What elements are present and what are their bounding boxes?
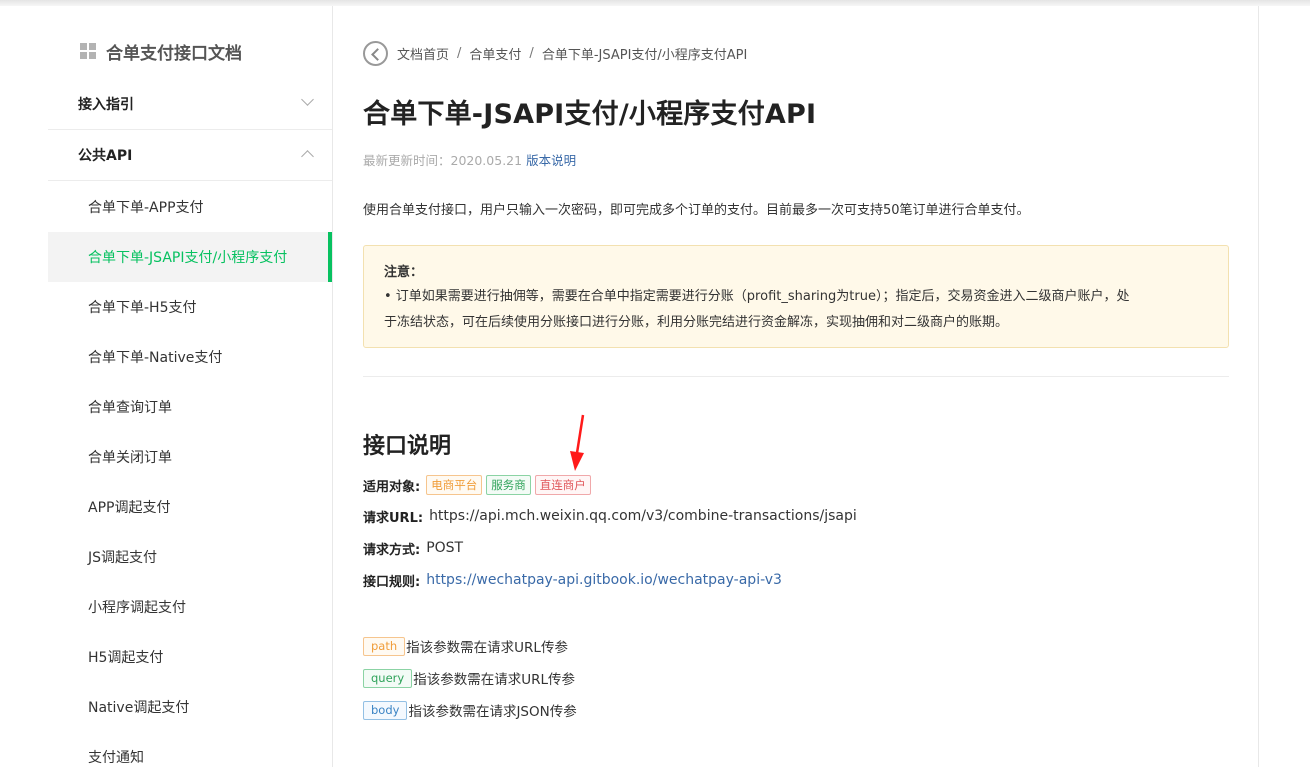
sidebar-group-public-api[interactable]: 公共API bbox=[48, 130, 332, 181]
sidebar-item-label: 合单下单-H5支付 bbox=[88, 300, 197, 316]
api-rules-row: 接口规则: https://wechatpay-api.gitbook.io/w… bbox=[363, 569, 782, 591]
sidebar-item-query-order[interactable]: 合单查询订单 bbox=[48, 382, 332, 432]
sidebar-item-close-order[interactable]: 合单关闭订单 bbox=[48, 432, 332, 482]
sidebar-group-access-guide[interactable]: 接入指引 bbox=[48, 79, 332, 130]
sidebar-item-app-pay[interactable]: 合单下单-APP支付 bbox=[48, 182, 332, 232]
param-tag-path: path bbox=[363, 636, 406, 656]
sidebar-item-miniprogram-invoke[interactable]: 小程序调起支付 bbox=[48, 582, 332, 632]
sidebar-item-pay-notify[interactable]: 支付通知 bbox=[48, 732, 332, 782]
sidebar-item-jsapi-pay[interactable]: 合单下单-JSAPI支付/小程序支付 bbox=[48, 232, 332, 282]
sidebar-item-label: APP调起支付 bbox=[88, 500, 171, 516]
red-arrow-annotation-icon bbox=[570, 414, 585, 471]
grid-icon bbox=[80, 43, 96, 59]
sidebar-item-label: 合单查询订单 bbox=[88, 400, 172, 416]
sidebar-item-label: 小程序调起支付 bbox=[88, 600, 186, 616]
breadcrumb-separator: / bbox=[457, 45, 462, 61]
sidebar-header: 合单支付接口文档 bbox=[80, 39, 242, 64]
sidebar-item-h5-invoke[interactable]: H5调起支付 bbox=[48, 632, 332, 682]
sidebar-item-label: JS调起支付 bbox=[88, 550, 158, 566]
sidebar-item-label: 合单下单-APP支付 bbox=[88, 200, 204, 216]
param-legend-text: 指该参数需在请求JSON传参 bbox=[408, 704, 577, 720]
notice-line: 于冻结状态，可在后续使用分账接口进行分账，利用分账完结进行资金解冻，实现抽佣和对… bbox=[384, 315, 1009, 330]
param-tag-body: body bbox=[363, 700, 408, 720]
updated-time: 最新更新时间：2020.05.21 bbox=[363, 153, 523, 168]
sidebar-item-native-pay[interactable]: 合单下单-Native支付 bbox=[48, 332, 332, 382]
sidebar-item-native-invoke[interactable]: Native调起支付 bbox=[48, 682, 332, 732]
breadcrumb-current: 合单下单-JSAPI支付/小程序支付API bbox=[541, 47, 748, 63]
sidebar-item-label: 合单关闭订单 bbox=[88, 450, 172, 466]
api-rules-label: 接口规则: bbox=[363, 574, 421, 590]
page-title: 合单下单-JSAPI支付/小程序支付API bbox=[363, 99, 817, 130]
back-arrow-icon[interactable] bbox=[363, 40, 388, 66]
notice-box: 注意： • 订单如果需要进行抽佣等，需要在合单中指定需要进行分账（profit_… bbox=[363, 245, 1229, 348]
request-url-row: 请求URL: https://api.mch.weixin.qq.com/v3/… bbox=[363, 505, 857, 527]
sidebar-title: 合单支付接口文档 bbox=[106, 43, 242, 64]
breadcrumb: 文档首页 / 合单支付 / 合单下单-JSAPI支付/小程序支付API bbox=[363, 40, 747, 66]
section-title: 接口说明 bbox=[363, 434, 452, 459]
sidebar-item-app-invoke[interactable]: APP调起支付 bbox=[48, 482, 332, 532]
tag-ecommerce-platform: 电商平台 bbox=[426, 475, 483, 495]
notice-line: • 订单如果需要进行抽佣等，需要在合单中指定需要进行分账（profit_shar… bbox=[384, 289, 1130, 304]
applicable-row: 适用对象: 电商平台 服务商 直连商户 bbox=[363, 474, 595, 496]
applicable-label: 适用对象: bbox=[363, 479, 421, 495]
page: 合单支付接口文档 接入指引 公共API 合单下单-APP支付 合单下单-JSAP… bbox=[0, 6, 1310, 767]
divider bbox=[363, 376, 1229, 377]
api-description: 使用合单支付接口，用户只输入一次密码，即可完成多个订单的支付。目前最多一次可支持… bbox=[363, 203, 1030, 218]
param-legend-path: path 指该参数需在请求URL传参 bbox=[363, 635, 568, 657]
request-url-label: 请求URL: bbox=[363, 510, 424, 526]
breadcrumb-home[interactable]: 文档首页 bbox=[397, 44, 449, 63]
request-url-value: https://api.mch.weixin.qq.com/v3/combine… bbox=[429, 508, 857, 524]
sidebar-item-h5-pay[interactable]: 合单下单-H5支付 bbox=[48, 282, 332, 332]
sidebar-group-label: 公共API bbox=[78, 148, 133, 164]
param-legend-text: 指该参数需在请求URL传参 bbox=[413, 672, 575, 688]
request-method-value: POST bbox=[426, 540, 464, 556]
breadcrumb-separator: / bbox=[529, 45, 534, 61]
sidebar-item-label: 合单下单-JSAPI支付/小程序支付 bbox=[88, 250, 288, 266]
sidebar-item-label: 支付通知 bbox=[88, 750, 144, 766]
sidebar: 合单支付接口文档 接入指引 公共API 合单下单-APP支付 合单下单-JSAP… bbox=[48, 6, 333, 767]
tag-direct-merchant: 直连商户 bbox=[534, 475, 591, 495]
param-legend-text: 指该参数需在请求URL传参 bbox=[406, 640, 568, 656]
param-legend-body: body 指该参数需在请求JSON传参 bbox=[363, 699, 577, 721]
version-notes-link[interactable]: 版本说明 bbox=[526, 153, 576, 168]
main-content: 文档首页 / 合单支付 / 合单下单-JSAPI支付/小程序支付API 合单下单… bbox=[363, 6, 1229, 767]
sidebar-item-label: Native调起支付 bbox=[88, 700, 190, 716]
sidebar-item-label: 合单下单-Native支付 bbox=[88, 350, 223, 366]
param-legend-query: query 指该参数需在请求URL传参 bbox=[363, 667, 575, 689]
tag-service-provider: 服务商 bbox=[486, 475, 531, 495]
update-info: 最新更新时间：2020.05.21 版本说明 bbox=[363, 150, 576, 169]
notice-title: 注意： bbox=[384, 265, 424, 280]
chevron-down-icon bbox=[301, 93, 314, 106]
request-method-row: 请求方式: POST bbox=[363, 537, 463, 559]
chevron-up-icon bbox=[301, 150, 314, 163]
sidebar-group-label: 接入指引 bbox=[78, 97, 134, 113]
param-tag-query: query bbox=[363, 668, 413, 688]
api-rules-link[interactable]: https://wechatpay-api.gitbook.io/wechatp… bbox=[426, 572, 782, 588]
sidebar-item-js-invoke[interactable]: JS调起支付 bbox=[48, 532, 332, 582]
sidebar-item-label: H5调起支付 bbox=[88, 650, 164, 666]
content-right-border bbox=[1258, 6, 1259, 767]
request-method-label: 请求方式: bbox=[363, 542, 421, 558]
breadcrumb-combine-pay[interactable]: 合单支付 bbox=[469, 44, 521, 63]
